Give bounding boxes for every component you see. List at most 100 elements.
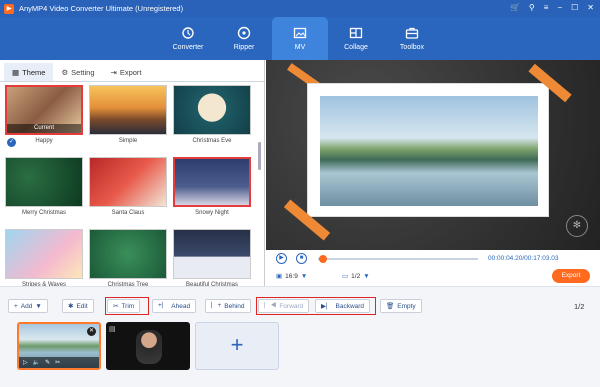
theme-grid: Current ✓ Happy Simple Christmas Eve Mer… bbox=[5, 85, 255, 297]
timeline-clip-1[interactable]: ✕ ▷ 🔈 ✎ ✂ bbox=[17, 322, 101, 370]
behind-icon: ⎸+ bbox=[211, 302, 222, 309]
theme-thumbnail bbox=[173, 157, 251, 207]
stop-icon[interactable]: ■ bbox=[296, 253, 307, 264]
timeline-page: 1/2 bbox=[574, 302, 585, 311]
theme-name: Merry Christmas bbox=[21, 210, 66, 216]
edit-button[interactable]: ✱ Edit bbox=[62, 299, 94, 313]
empty-button[interactable]: 🗑 Empty bbox=[380, 299, 422, 313]
nav-collage-label: Collage bbox=[344, 44, 368, 51]
theme-thumbnail bbox=[5, 157, 83, 207]
volume-icon[interactable]: 🔈 bbox=[33, 359, 40, 366]
ahead-button[interactable]: +⎸ Ahead bbox=[152, 299, 197, 313]
cart-icon[interactable]: 🛒 bbox=[510, 3, 520, 12]
progress-handle[interactable] bbox=[318, 255, 327, 263]
trim-highlight bbox=[105, 297, 149, 315]
tab-theme[interactable]: ▦ Theme bbox=[4, 63, 54, 81]
maximize-icon[interactable]: ☐ bbox=[571, 3, 578, 12]
plus-icon: + bbox=[14, 302, 18, 310]
play-icon[interactable]: ▶ bbox=[276, 253, 287, 264]
theme-item-santa-claus[interactable]: Santa Claus bbox=[89, 157, 167, 225]
timeline-area: + Add ▼ ✱ Edit ✂ Trim +⎸ Ahead ⎸+ Behind… bbox=[0, 286, 600, 387]
display-select[interactable]: ▭ 1/2 ▼ bbox=[342, 272, 370, 281]
theme-item-merry-christmas[interactable]: Merry Christmas bbox=[5, 157, 83, 225]
export-button[interactable]: Export bbox=[552, 269, 590, 283]
nav-mv[interactable]: MV bbox=[272, 17, 328, 60]
mv-icon bbox=[293, 27, 307, 39]
export-icon: ⇥ bbox=[110, 67, 117, 77]
theme-thumbnail bbox=[89, 85, 167, 135]
tab-setting[interactable]: ⚙ Setting bbox=[53, 63, 102, 81]
main-nav: Converter Ripper MV Collage Toolbox bbox=[0, 17, 600, 60]
nav-toolbox[interactable]: Toolbox bbox=[384, 17, 440, 60]
snowflake-icon: ✻ bbox=[566, 215, 588, 237]
theme-panel: ▦ Theme ⚙ Setting ⇥ Export Current ✓ Hap… bbox=[0, 60, 265, 288]
nav-converter-label: Converter bbox=[172, 44, 204, 51]
behind-button[interactable]: ⎸+ Behind bbox=[205, 299, 251, 313]
nav-collage[interactable]: Collage bbox=[328, 17, 384, 60]
add-label: Add bbox=[20, 302, 33, 310]
theme-name: Simple bbox=[118, 138, 138, 144]
tab-setting-label: Setting bbox=[71, 67, 95, 77]
theme-item-simple[interactable]: Simple bbox=[89, 85, 167, 153]
ahead-label: Ahead bbox=[171, 302, 191, 310]
progress-track[interactable] bbox=[318, 258, 478, 260]
trash-icon: 🗑 bbox=[386, 303, 395, 310]
theme-name: Snowy Night bbox=[195, 210, 229, 216]
nav-mv-label: MV bbox=[294, 44, 306, 51]
photo-frame bbox=[307, 83, 549, 217]
close-icon[interactable]: ✕ bbox=[587, 3, 594, 12]
title-bar: ▶ AnyMP4 Video Converter Ultimate (Unreg… bbox=[0, 0, 600, 17]
theme-item-snowy-night[interactable]: Snowy Night bbox=[173, 157, 251, 225]
edit-label: Edit bbox=[76, 302, 88, 310]
time-current: 00:00:04.20 bbox=[488, 255, 523, 262]
video-icon: ▤ bbox=[109, 326, 116, 333]
chevron-down-icon: ▼ bbox=[363, 272, 370, 280]
minimize-icon[interactable]: − bbox=[557, 3, 562, 12]
theme-scrollbar[interactable] bbox=[258, 142, 261, 170]
converter-icon bbox=[182, 27, 194, 39]
theme-thumbnail: Current bbox=[5, 85, 83, 135]
theme-name: Happy bbox=[35, 138, 53, 144]
edit-icon: ✱ bbox=[68, 303, 74, 310]
edit-icon[interactable]: ✎ bbox=[45, 359, 50, 366]
preview-image bbox=[320, 96, 538, 206]
remove-clip-icon[interactable]: ✕ bbox=[87, 327, 96, 336]
current-label: Current bbox=[7, 124, 81, 133]
play-icon[interactable]: ▷ bbox=[23, 359, 28, 366]
menu-icon[interactable]: ≡ bbox=[544, 3, 549, 12]
gear-icon: ⚙ bbox=[61, 67, 69, 77]
monitor-icon: ▭ bbox=[342, 273, 349, 280]
checkmark-icon: ✓ bbox=[7, 138, 16, 147]
theme-thumbnail bbox=[89, 157, 167, 207]
theme-item-happy[interactable]: Current ✓ Happy bbox=[5, 85, 83, 153]
theme-icon: ▦ bbox=[12, 67, 20, 77]
time-readout: 00:00:04.20/00:17:03.03 bbox=[488, 255, 559, 262]
chevron-down-icon: ▼ bbox=[300, 272, 308, 280]
display-page-value: 1/2 bbox=[351, 272, 361, 280]
aspect-ratio-icon: ▣ bbox=[276, 273, 283, 280]
nav-converter[interactable]: Converter bbox=[160, 17, 216, 60]
ahead-icon: +⎸ bbox=[158, 302, 169, 309]
add-button[interactable]: + Add ▼ bbox=[8, 299, 48, 313]
empty-label: Empty bbox=[397, 302, 416, 310]
theme-item-christmas-eve[interactable]: Christmas Eve bbox=[173, 85, 251, 153]
anymp4-logo-icon: ▶ bbox=[4, 3, 14, 14]
video-preview: ✻ bbox=[266, 60, 600, 250]
forward-backward-highlight bbox=[256, 297, 376, 315]
nav-ripper[interactable]: Ripper bbox=[216, 17, 272, 60]
theme-name: Christmas Eve bbox=[192, 138, 232, 144]
theme-name: Santa Claus bbox=[111, 210, 145, 216]
aspect-ratio-value: 16:9 bbox=[285, 272, 298, 280]
user-icon[interactable]: ⚲ bbox=[529, 3, 535, 12]
theme-thumbnail bbox=[173, 85, 251, 135]
theme-thumbnail bbox=[173, 229, 251, 279]
add-clip-button[interactable]: + bbox=[195, 322, 279, 370]
tab-export[interactable]: ⇥ Export bbox=[103, 63, 150, 81]
chevron-down-icon: ▼ bbox=[35, 302, 42, 310]
tab-theme-label: Theme bbox=[22, 67, 46, 77]
tab-export-label: Export bbox=[119, 67, 142, 77]
behind-label: Behind bbox=[224, 302, 245, 310]
timeline-clip-2[interactable]: ▤ bbox=[106, 322, 190, 370]
scissors-icon[interactable]: ✂ bbox=[55, 359, 60, 366]
aspect-ratio-select[interactable]: ▣ 16:9 ▼ bbox=[276, 272, 308, 281]
